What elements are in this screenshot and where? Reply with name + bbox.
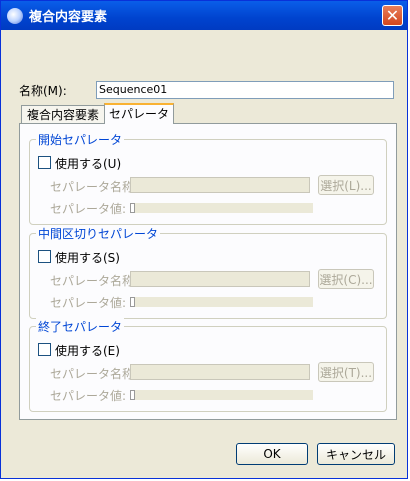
start-separator-group: 開始セパレータ 使用する(U) セパレータ名称: 選択(L)... セパレータ値… — [29, 131, 387, 225]
select-button[interactable]: 選択(T)... — [318, 362, 374, 382]
separator-name-field — [130, 364, 310, 380]
separator-value-label: セパレータ値: — [50, 296, 127, 310]
dialog-window: 複合内容要素 ✕ 名称(M): Sequence01 複合内容要素 セパレータ … — [0, 0, 408, 479]
use-middle-checkbox[interactable] — [38, 250, 51, 263]
tab-panel-separator: 開始セパレータ 使用する(U) セパレータ名称: 選択(L)... セパレータ値… — [19, 123, 397, 420]
separator-value-slider — [130, 390, 313, 400]
checkbox-label: 使用する(S) — [55, 251, 120, 265]
separator-value-label: セパレータ値: — [50, 202, 127, 216]
slider-thumb — [130, 297, 135, 307]
name-input[interactable]: Sequence01 — [96, 81, 394, 99]
cancel-button[interactable]: キャンセル — [317, 443, 395, 465]
slider-thumb — [130, 203, 135, 213]
close-button[interactable]: ✕ — [382, 5, 403, 26]
tab-separator[interactable]: セパレータ — [104, 103, 174, 124]
select-button[interactable]: 選択(L)... — [318, 175, 374, 195]
group-title: 中間区切りセパレータ — [36, 225, 161, 242]
slider-thumb — [130, 390, 135, 400]
window-title: 複合内容要素 — [29, 10, 108, 25]
middle-separator-group: 中間区切りセパレータ 使用する(S) セパレータ名称: 選択(C)... セパレ… — [29, 225, 387, 319]
separator-value-slider — [130, 203, 313, 213]
separator-name-field — [130, 271, 310, 287]
separator-name-field — [130, 177, 310, 193]
ok-button[interactable]: OK — [236, 443, 308, 465]
separator-name-label: セパレータ名称: — [50, 367, 139, 381]
checkbox-label: 使用する(U) — [55, 157, 122, 171]
tab-composite-element[interactable]: 複合内容要素 — [21, 105, 105, 124]
group-title: 終了セパレータ — [36, 318, 125, 335]
group-title: 開始セパレータ — [36, 131, 125, 148]
separator-value-label: セパレータ値: — [50, 389, 127, 403]
end-separator-group: 終了セパレータ 使用する(E) セパレータ名称: 選択(T)... セパレータ値… — [29, 318, 387, 412]
checkbox-label: 使用する(E) — [55, 344, 120, 358]
close-icon: ✕ — [385, 6, 400, 25]
separator-value-slider — [130, 297, 313, 307]
select-button[interactable]: 選択(C)... — [318, 269, 374, 289]
name-label: 名称(M): — [19, 84, 67, 98]
separator-name-label: セパレータ名称: — [50, 180, 139, 194]
use-start-checkbox[interactable] — [38, 156, 51, 169]
use-end-checkbox[interactable] — [38, 343, 51, 356]
separator-name-label: セパレータ名称: — [50, 274, 139, 288]
app-icon — [7, 7, 23, 24]
title-bar[interactable]: 複合内容要素 ✕ — [1, 1, 407, 30]
